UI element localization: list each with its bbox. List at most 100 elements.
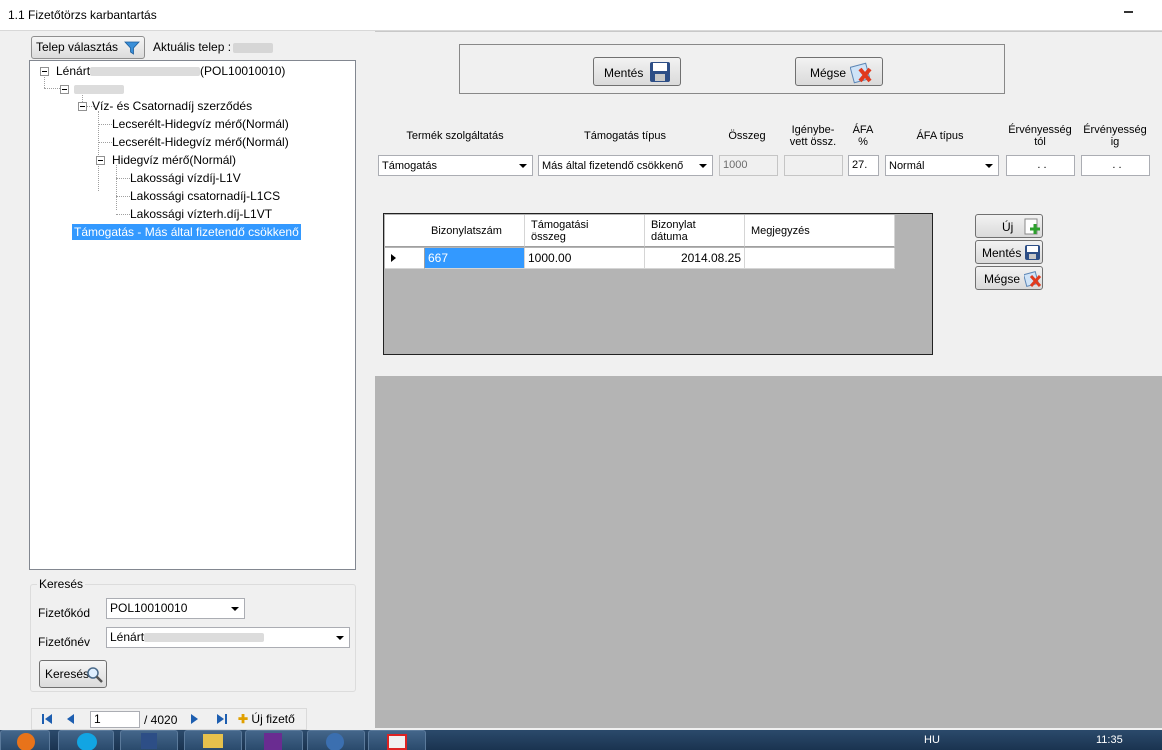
payer-tree[interactable]: Lénárt (POL10010010) Víz- és Csatornadíj … [29, 60, 356, 570]
taskbar-app[interactable] [120, 730, 178, 750]
payer-name-combo[interactable]: Lénárt [106, 627, 350, 648]
previous-record-icon[interactable] [64, 712, 78, 726]
grid-header-date[interactable]: Bizonylat dátuma [645, 215, 745, 247]
valid-from-header: Érvényesség tól [1008, 124, 1072, 148]
folder-icon [203, 734, 223, 748]
floppy-disk-icon [650, 62, 670, 82]
amount-header: Összeg [728, 130, 766, 142]
cancel-button[interactable]: Mégse [795, 57, 883, 86]
empty-area [375, 376, 1162, 728]
tree-expander[interactable] [40, 67, 49, 76]
thunderbird-icon [326, 733, 344, 750]
floppy-disk-icon [141, 733, 157, 749]
search-legend: Keresés [37, 577, 86, 591]
product-combo[interactable]: Támogatás [378, 155, 533, 176]
search-button[interactable]: Keresés [39, 660, 107, 688]
tree-node-meter[interactable]: Lecserélt-Hidegvíz mérő(Normál) [112, 116, 289, 132]
tree-node-contract[interactable]: Víz- és Csatornadíj szerződés [92, 98, 252, 114]
current-site-label: Aktuális telep : [153, 40, 274, 54]
tree-node-meter[interactable]: Hidegvíz mérő(Normál) [112, 152, 236, 168]
taskbar-skype[interactable] [58, 730, 114, 750]
floppy-disk-icon [1025, 245, 1040, 260]
vat-type-header: ÁFA típus [916, 130, 964, 142]
valid-to-header: Érvényesség ig [1083, 124, 1147, 148]
taskbar-firefox[interactable] [0, 730, 50, 750]
chevron-down-icon [519, 164, 527, 168]
grid-header-amount[interactable]: Támogatási összeg [525, 215, 645, 247]
chevron-down-icon [231, 607, 239, 611]
record-navigator: 1 / 4020 ✚ Új fizető [31, 708, 307, 730]
taskbar: HU 11:35 [0, 730, 1162, 750]
cancel-row-button[interactable]: Mégse [975, 266, 1043, 290]
product-header: Termék szolgáltatás [406, 130, 504, 142]
cancel-x-icon [850, 62, 872, 84]
redacted-text [144, 633, 265, 643]
telep-select-label: Telep választás [36, 40, 119, 54]
tree-node-tariff[interactable]: Lakossági vízdíj-L1V [130, 170, 241, 186]
grid-cell-doc-no[interactable]: 667 [425, 248, 525, 269]
grid-header-note[interactable]: Megjegyzés [745, 215, 895, 247]
telep-select-button[interactable]: Telep választás [31, 36, 145, 59]
vat-header: ÁFA % [852, 124, 874, 148]
left-panel: Telep választás Aktuális telep : Lénárt(… [0, 31, 375, 730]
redacted-text [233, 42, 274, 53]
last-record-icon[interactable] [215, 712, 229, 726]
support-docs-grid[interactable]: Bizonylatszám Támogatási összeg Bizonyla… [383, 213, 933, 355]
cancel-x-icon [1024, 271, 1042, 288]
grid-corner [385, 215, 426, 247]
tree-node-meter[interactable]: Lecserélt-Hidegvíz mérő(Normál) [112, 134, 289, 150]
clock[interactable]: 11:35 [1096, 734, 1123, 746]
taskbar-thunderbird[interactable] [307, 730, 365, 750]
chevron-down-icon [336, 636, 344, 640]
tree-node-tariff[interactable]: Lakossági vízterh.díj-L1VT [130, 206, 272, 222]
row-selector-icon[interactable] [385, 248, 425, 269]
claimed-amount-field[interactable] [784, 155, 843, 176]
window-title: 1.1 Fizetőtörzs karbantartás [8, 8, 157, 22]
save-toolbar [459, 44, 1005, 94]
vat-percent-field[interactable]: 27. [848, 155, 879, 176]
firefox-icon [17, 733, 35, 750]
tree-expander[interactable] [78, 102, 87, 111]
record-count: / 4020 [144, 713, 178, 727]
support-type-combo[interactable]: Más által fizetendő csökkenő [538, 155, 713, 176]
tree-expander[interactable] [96, 156, 105, 165]
new-row-button[interactable]: Új [975, 214, 1043, 238]
language-indicator[interactable]: HU [924, 734, 940, 746]
tree-node-tariff[interactable]: Lakossági csatornadíj-L1CS [130, 188, 280, 204]
taskbar-explorer[interactable] [184, 730, 242, 750]
new-payer-button[interactable]: ✚ Új fizető [238, 712, 295, 726]
support-type-header: Támogatás típus [584, 130, 666, 142]
taskbar-app2[interactable] [368, 730, 426, 750]
title-bar: 1.1 Fizetőtörzs karbantartás [0, 0, 1162, 31]
amount-field[interactable]: 1000 [719, 155, 778, 176]
redacted-text [74, 85, 124, 95]
save-button[interactable]: Mentés [593, 57, 681, 86]
grid-cell-date[interactable]: 2014.08.25 [645, 248, 745, 269]
minimize-button[interactable] [1116, 2, 1146, 16]
magnifier-icon [87, 667, 103, 683]
visual-studio-icon [264, 733, 282, 750]
valid-to-field[interactable]: . . [1081, 155, 1150, 176]
add-document-icon [1024, 218, 1040, 235]
grid-cell-note[interactable] [745, 248, 895, 269]
vat-type-combo[interactable]: Normál [885, 155, 999, 176]
payer-code-combo[interactable]: POL10010010 [106, 598, 245, 619]
app-icon [387, 734, 407, 750]
tree-node-support[interactable]: Támogatás - Más által fizetendő csökkenő [72, 224, 301, 240]
payer-name-label: Fizetőnév [38, 635, 91, 649]
tree-node-site[interactable] [74, 81, 124, 97]
chevron-down-icon [699, 164, 707, 168]
first-record-icon[interactable] [40, 712, 54, 726]
grid-header-doc-no[interactable]: Bizonylatszám [425, 215, 525, 247]
skype-icon [77, 733, 97, 750]
record-position-input[interactable]: 1 [90, 711, 140, 728]
grid-cell-amount[interactable]: 1000.00 [525, 248, 645, 269]
tree-node-root[interactable]: Lénárt (POL10010010) [56, 63, 285, 79]
filter-icon [124, 41, 140, 55]
next-record-icon[interactable] [187, 712, 201, 726]
save-row-button[interactable]: Mentés [975, 240, 1043, 264]
chevron-down-icon [985, 164, 993, 168]
valid-from-field[interactable]: . . [1006, 155, 1075, 176]
tree-expander[interactable] [60, 85, 69, 94]
taskbar-visualstudio[interactable] [245, 730, 303, 750]
